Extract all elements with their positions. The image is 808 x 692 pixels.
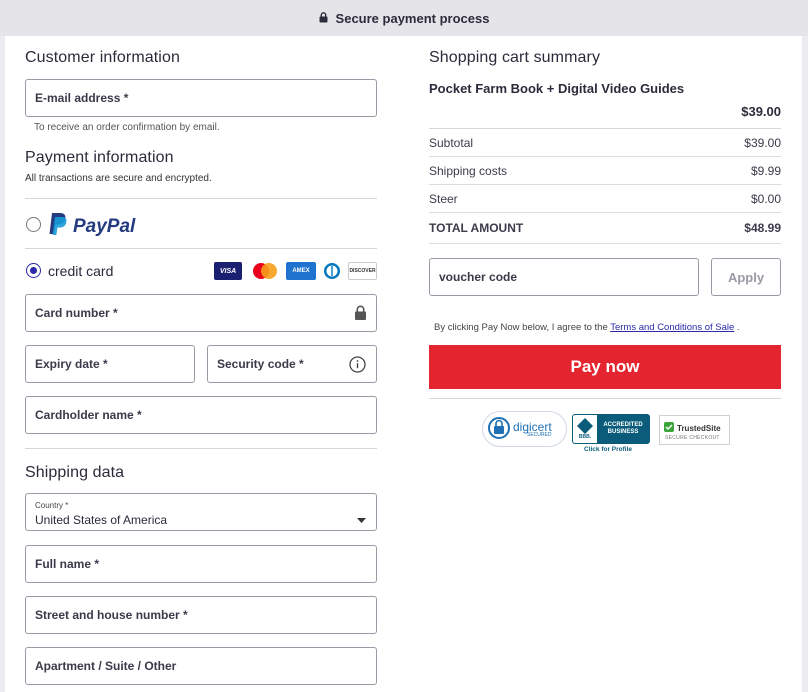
summary-value: $0.00: [750, 191, 781, 206]
discover-icon: DISCOVER: [348, 262, 377, 280]
email-hint: To receive an order confirmation by emai…: [34, 122, 220, 133]
summary-row-steer: Steer $0.00: [429, 185, 781, 213]
trustedsite-sub: SECURE CHECKOUT: [665, 435, 720, 441]
apply-voucher-button[interactable]: Apply: [711, 258, 781, 296]
total-value: $48.99: [744, 221, 781, 235]
summary-label: Shipping costs: [429, 163, 508, 178]
cart-heading: Shopping cart summary: [429, 49, 601, 66]
credit-card-radio[interactable]: [26, 263, 41, 278]
divider: [25, 248, 377, 249]
email-label: E-mail address *: [35, 91, 129, 105]
full-name-label: Full name *: [35, 557, 100, 571]
diners-icon: [323, 262, 341, 280]
security-code-field[interactable]: Security code *: [207, 345, 377, 383]
email-field[interactable]: E-mail address *: [25, 79, 377, 117]
checkout-page: Customer information E-mail address * To…: [5, 36, 802, 692]
secure-banner-text: Secure payment process: [335, 10, 490, 26]
product-price: $39.00: [741, 104, 781, 119]
paypal-icon: [48, 212, 68, 241]
terms-suffix: .: [734, 322, 740, 333]
terms-prefix: By clicking Pay Now below, I agree to th…: [434, 322, 611, 333]
total-label: TOTAL AMOUNT: [429, 221, 524, 235]
voucher-code-input[interactable]: voucher code: [429, 258, 699, 296]
summary-row-shipping: Shipping costs $9.99: [429, 157, 781, 185]
digicert-sub: SECURED: [527, 431, 552, 438]
summary-row-total: TOTAL AMOUNT $48.99: [429, 213, 781, 244]
bbb-line1: ACCREDITED: [603, 421, 643, 428]
summary-label: Steer: [429, 191, 458, 206]
secure-banner: Secure payment process: [0, 0, 808, 36]
expiry-date-field[interactable]: Expiry date *: [25, 345, 195, 383]
summary-value: $39.00: [744, 135, 781, 150]
street-field[interactable]: Street and house number *: [25, 596, 377, 634]
full-name-field[interactable]: Full name *: [25, 545, 377, 583]
lock-icon: [319, 11, 328, 26]
customer-heading: Customer information: [25, 49, 180, 66]
expiry-date-label: Expiry date *: [35, 357, 108, 371]
apartment-label: Apartment / Suite / Other: [35, 659, 177, 673]
payment-heading: Payment information: [25, 149, 174, 166]
payment-subheading: All transactions are secure and encrypte…: [25, 173, 212, 184]
bbb-line2: BUSINESS: [607, 429, 639, 435]
summary-value: $9.99: [750, 163, 781, 178]
cardholder-name-field[interactable]: Cardholder name *: [25, 396, 377, 434]
country-value: United States of America: [35, 513, 168, 527]
trustedsite-badge[interactable]: TrustedSite SECURE CHECKOUT: [659, 415, 730, 445]
country-select[interactable]: Country * United States of America: [25, 493, 377, 531]
pay-now-button[interactable]: Pay now: [429, 345, 781, 389]
terms-link[interactable]: Terms and Conditions of Sale: [610, 322, 734, 333]
cardholder-name-label: Cardholder name *: [35, 408, 142, 422]
apartment-field[interactable]: Apartment / Suite / Other: [25, 647, 377, 685]
lock-icon: [354, 305, 367, 326]
chevron-down-icon: [357, 510, 366, 528]
bbb-logo-text: BBB.: [578, 434, 592, 440]
divider: [429, 398, 781, 399]
summary-label: Subtotal: [429, 135, 474, 150]
terms-text: By clicking Pay Now below, I agree to th…: [434, 322, 740, 333]
summary-row-subtotal: Subtotal $39.00: [429, 129, 781, 157]
visa-icon: VISA: [214, 262, 242, 280]
credit-card-label[interactable]: credit card: [48, 263, 113, 279]
mastercard-icon: [250, 262, 280, 280]
paypal-wordmark: PayPal: [73, 215, 136, 237]
voucher-code-label: voucher code: [439, 270, 518, 284]
digicert-lock-icon: [488, 414, 510, 445]
shipping-heading: Shipping data: [25, 464, 125, 481]
amex-icon: AMEX: [286, 262, 316, 280]
card-number-label: Card number *: [35, 306, 118, 320]
street-label: Street and house number *: [35, 608, 188, 622]
paypal-radio[interactable]: [26, 217, 41, 232]
trustedsite-text: TrustedSite: [677, 423, 721, 433]
divider: [25, 198, 377, 199]
divider: [25, 448, 377, 449]
digicert-badge[interactable]: digicert SECURED: [482, 411, 567, 447]
bbb-caption[interactable]: Click for Profile: [584, 446, 632, 453]
paypal-logo[interactable]: PayPal: [48, 212, 135, 241]
bbb-badge[interactable]: BBB. ACCREDITED BUSINESS: [572, 414, 650, 444]
country-caption: Country *: [35, 501, 69, 510]
info-icon[interactable]: [349, 356, 366, 378]
digicert-text: digicert: [513, 419, 552, 434]
card-number-field[interactable]: Card number *: [25, 294, 377, 332]
product-name: Pocket Farm Book + Digital Video Guides: [429, 81, 685, 96]
bbb-logo: BBB.: [573, 415, 597, 443]
security-code-label: Security code *: [217, 357, 304, 371]
